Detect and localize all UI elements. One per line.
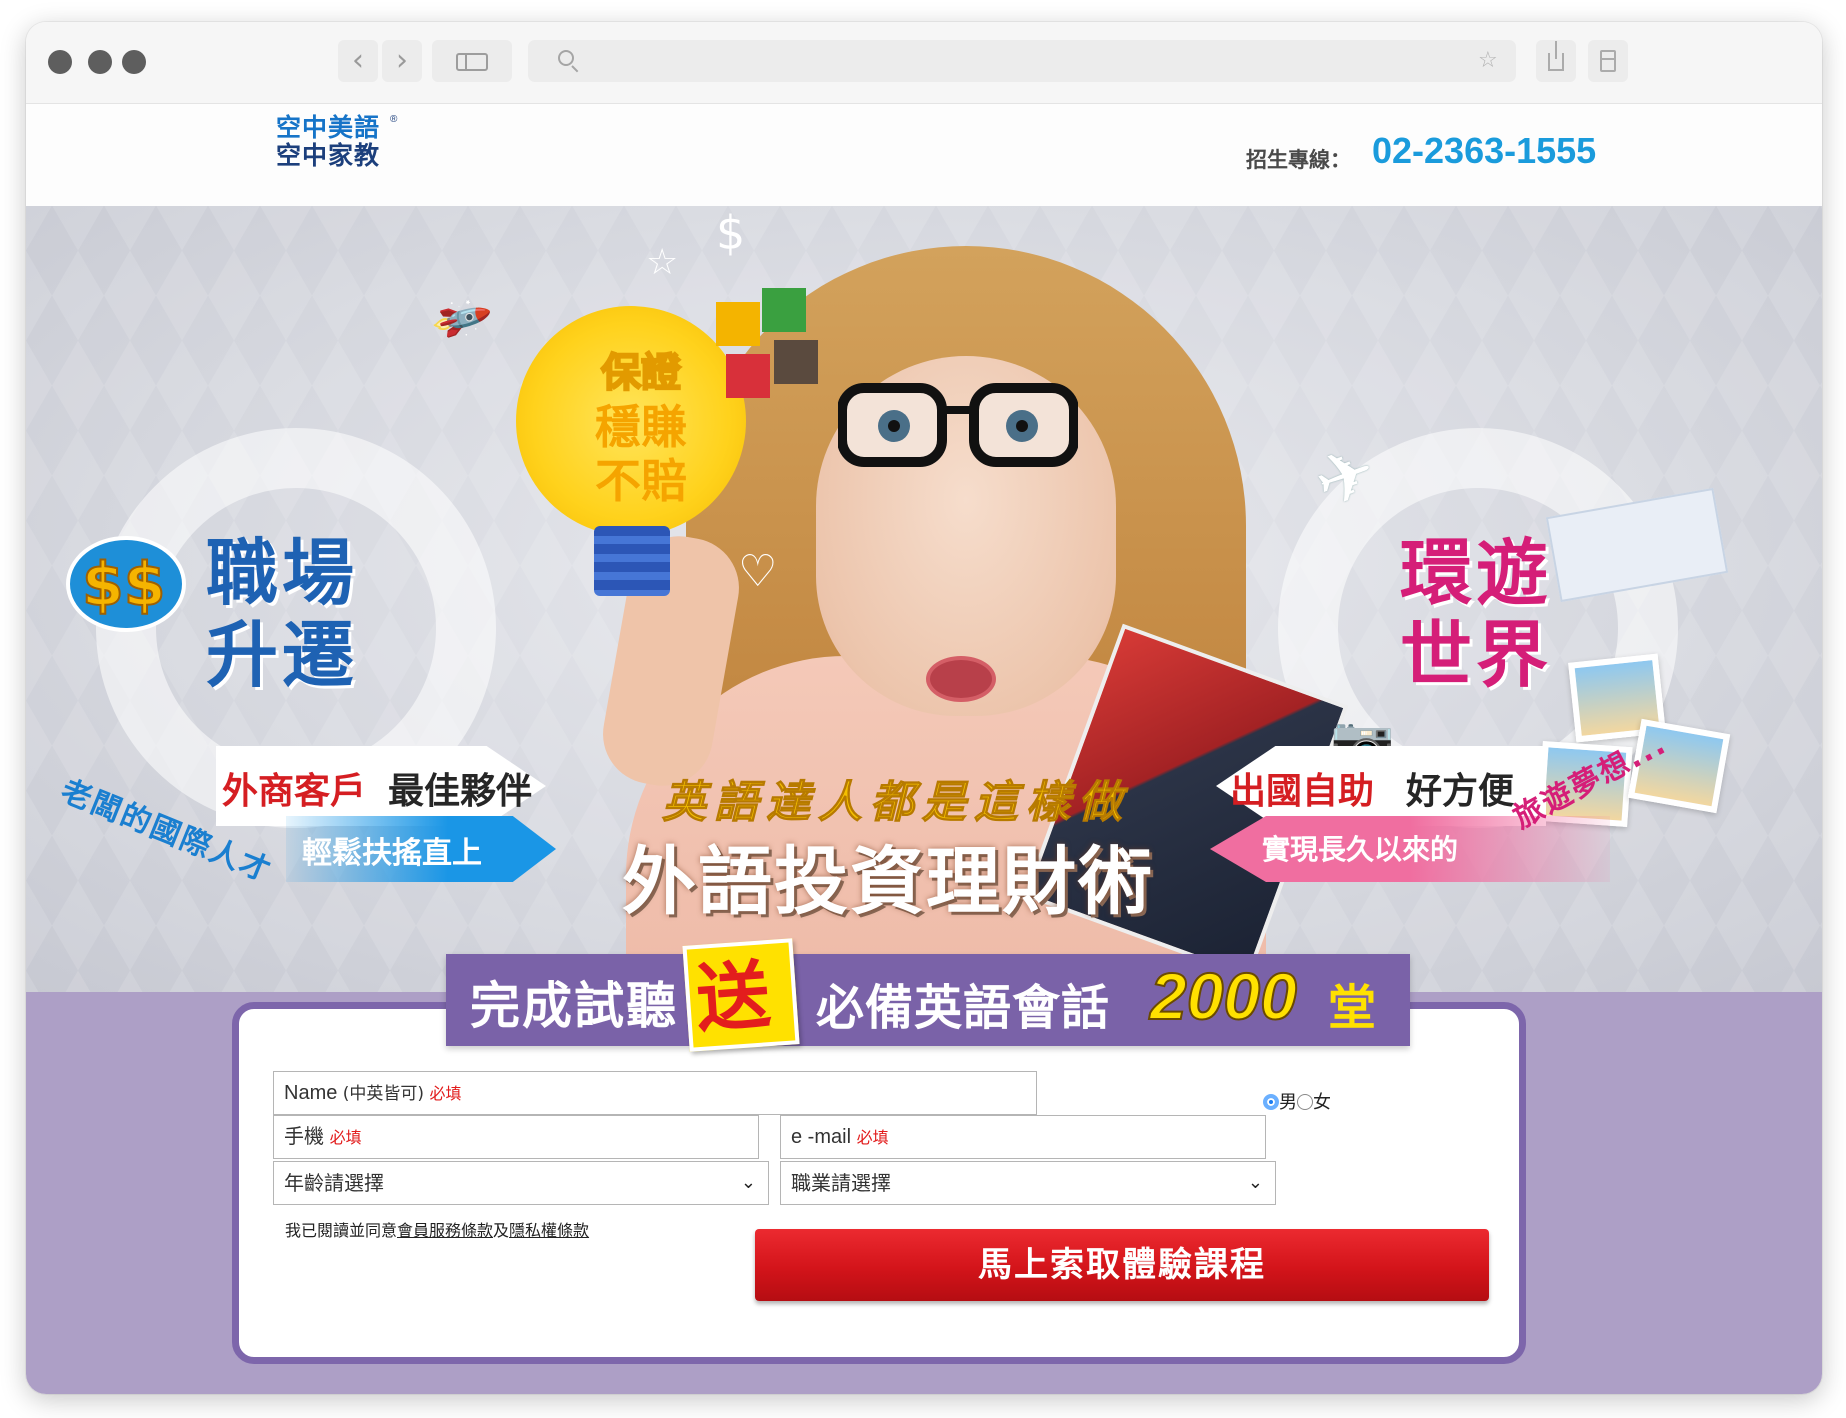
hotline-label: 招生專線： [1246, 148, 1351, 172]
privacy-link[interactable]: 隱私權條款 [509, 1221, 589, 1240]
cube-green [762, 288, 806, 332]
lightbulb-base [594, 526, 670, 596]
browser-window: ‹ › ☆ 空中美語 空中家教 ® 招生專線： 02-2363-1555 ☆ $… [26, 22, 1822, 1394]
signup-form: Name (中英皆可) 必填 男女 手機 必填 e -mail 必填 年齡請選擇… [232, 1002, 1526, 1364]
right-arrow-text: 實現長久以來的 [1262, 833, 1459, 866]
travel-title-line-2: 世界 [1400, 613, 1553, 697]
chevron-left-icon[interactable]: ‹ [338, 40, 378, 82]
share-button[interactable] [1536, 40, 1576, 82]
name-hint: (中英皆可) [337, 1084, 430, 1104]
logo-line-1: 空中美語 [276, 113, 381, 142]
email-label: e -mail [791, 1126, 852, 1148]
rocket-icon: 🚀 [427, 287, 494, 353]
gender-female-radio[interactable] [1297, 1094, 1313, 1110]
sidebar-icon [456, 53, 488, 71]
cube-red [726, 354, 770, 398]
phone-label: 手機 [284, 1126, 324, 1148]
right-tagline-highlight: 出國自助 [1230, 771, 1375, 812]
name-label: Name [284, 1082, 338, 1104]
bulb-slogan-line-1: 保證 [600, 349, 682, 397]
promo-unit: 堂 [1328, 980, 1377, 1036]
required-mark: 必填 [429, 1084, 462, 1103]
bookmark-star-icon[interactable]: ☆ [1478, 44, 1498, 78]
cube-yellow [716, 302, 760, 346]
close-window-dot[interactable] [48, 50, 72, 74]
career-title-line-2: 升遷 [206, 613, 359, 697]
job-select-value: 職業請選擇 [791, 1171, 891, 1195]
bulb-slogan-line-2: 穩賺 [595, 400, 687, 454]
headline-title: 外語投資理財術 [622, 839, 1154, 925]
gender-male-label[interactable]: 男 [1279, 1092, 1297, 1113]
right-tagline: 好方便 [1406, 771, 1515, 812]
model-mouth [926, 656, 996, 702]
zoom-window-dot[interactable] [122, 50, 146, 74]
site-header: 空中美語 空中家教 ® 招生專線： 02-2363-1555 [26, 104, 1822, 206]
required-mark: 必填 [329, 1128, 362, 1147]
money-icon: $$ [66, 536, 186, 632]
hotline-number[interactable]: 02-2363-1555 [1372, 130, 1596, 172]
address-bar[interactable] [528, 40, 1516, 82]
tabs-button[interactable] [1588, 40, 1628, 82]
gender-female-label[interactable]: 女 [1313, 1092, 1331, 1113]
left-arrow-text: 輕鬆扶搖直上 [302, 836, 482, 871]
registered-mark: ® [390, 114, 398, 125]
bulb-slogan: 保證 穩賺 不賠 [556, 346, 726, 508]
agreement-prefix: 我已閱讀並同意 [285, 1221, 398, 1240]
heart-icon: ♡ [738, 546, 778, 597]
share-icon [1548, 41, 1564, 71]
gift-badge-text: 送 [693, 952, 774, 1044]
promo-banner: 完成試聽 送 必備英語會話 2000 堂 [446, 938, 1410, 1052]
job-select[interactable]: 職業請選擇 ⌄ [780, 1161, 1276, 1205]
money-symbol: $$ [81, 549, 166, 621]
star-icon: ☆ [646, 242, 679, 283]
name-field[interactable]: Name (中英皆可) 必填 [273, 1071, 1037, 1115]
chevron-down-icon: ⌄ [740, 1172, 756, 1193]
gender-radio-group: 男女 [1263, 1091, 1331, 1115]
logo-line-2: 空中家教 [276, 141, 381, 170]
search-icon [558, 50, 574, 66]
age-select-value: 年齡請選擇 [284, 1171, 384, 1195]
minimize-window-dot[interactable] [88, 50, 112, 74]
glasses-icon [838, 383, 1078, 467]
bulb-slogan-line-3: 不賠 [595, 454, 687, 508]
agreement-and: 及 [493, 1221, 510, 1240]
agreement-text: 我已閱讀並同意會員服務條款及隱私權條款 [285, 1217, 589, 1241]
browser-toolbar: ‹ › ☆ [26, 22, 1822, 104]
age-select[interactable]: 年齡請選擇 ⌄ [273, 1161, 769, 1205]
left-tagline-highlight: 外商客戶 [222, 771, 367, 812]
gift-badge: 送 [682, 938, 800, 1052]
required-mark: 必填 [856, 1128, 889, 1147]
promo-text-2: 必備英語會話 [816, 980, 1111, 1036]
brand-logo[interactable]: 空中美語 空中家教 ® [276, 114, 406, 184]
email-field[interactable]: e -mail 必填 [780, 1115, 1266, 1159]
terms-link[interactable]: 會員服務條款 [397, 1221, 493, 1240]
chevron-right-icon[interactable]: › [382, 40, 422, 82]
tabs-icon [1600, 50, 1616, 72]
gender-male-radio[interactable] [1263, 1094, 1279, 1110]
sidebar-toggle-button[interactable] [432, 40, 512, 82]
submit-button[interactable]: 馬上索取體驗課程 [755, 1229, 1489, 1301]
headline-subtitle: 英語達人都是這樣做 [662, 777, 1130, 829]
left-tagline: 最佳夥伴 [388, 771, 533, 812]
cube-brown [774, 340, 818, 384]
chevron-down-icon: ⌄ [1247, 1172, 1263, 1193]
phone-field[interactable]: 手機 必填 [273, 1115, 759, 1159]
dollar-icon: $ [716, 206, 746, 260]
hero-banner: ☆ $ 🚀 📷 保證 穩賺 不賠 ♡ $$ 職場 升遷 ✈ 環遊 世界 外商客戶… [26, 206, 1822, 992]
promo-text-1: 完成試聽 [470, 977, 678, 1035]
promo-number: 2000 [1149, 958, 1298, 1034]
